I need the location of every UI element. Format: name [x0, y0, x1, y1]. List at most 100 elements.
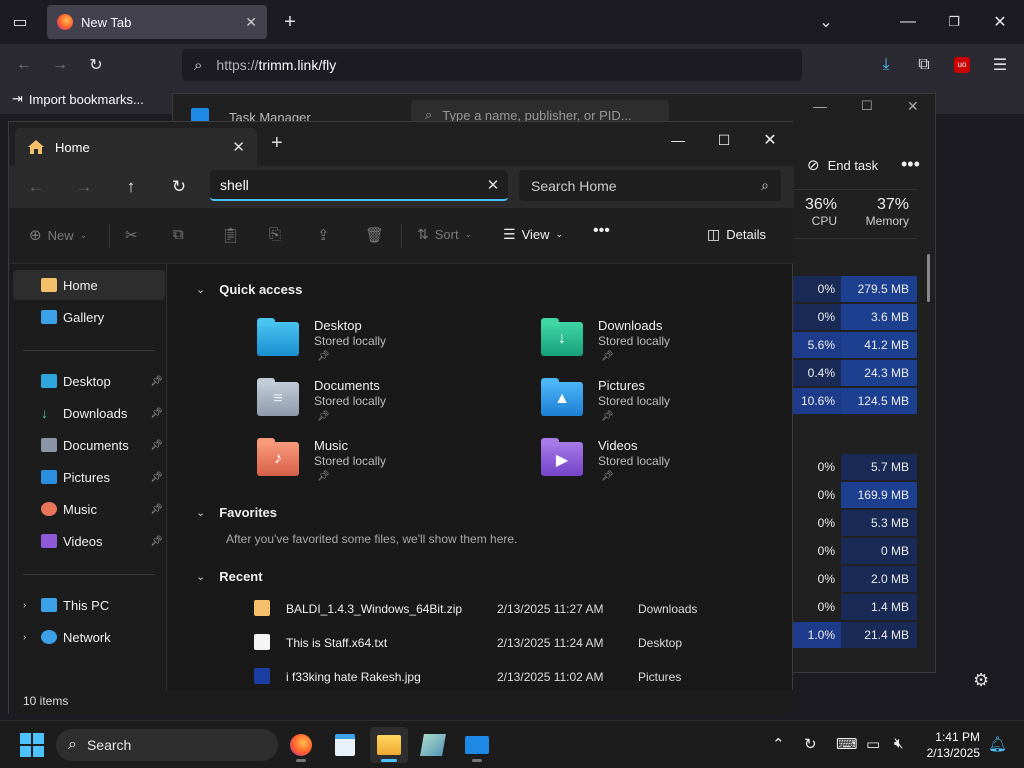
quick-access-documents[interactable]: ≡ Documents Stored locally 📌︎ [257, 378, 517, 434]
process-row[interactable]: 0% 5.3 MB [793, 510, 917, 536]
notification-bell-icon[interactable]: 🔔︎ [988, 735, 1007, 753]
minimize-icon[interactable]: — [655, 126, 701, 154]
chevron-down-icon[interactable]: ⌄ [810, 6, 842, 38]
clock[interactable]: 1:41 PM 2/13/2025 [916, 729, 980, 761]
forward-icon[interactable]: → [44, 49, 76, 81]
search-home-input[interactable]: Search Home ⌕ [519, 170, 781, 201]
extensions-icon[interactable]: ⧉ [908, 49, 940, 81]
clear-icon[interactable]: ✕ [478, 176, 508, 194]
process-row[interactable]: 0% 279.5 MB [793, 276, 917, 302]
refresh-icon[interactable]: ↻ [164, 174, 194, 200]
sidebar-item-music[interactable]: Music 📌︎ [13, 494, 165, 524]
sidebar-item-network[interactable]: › Network [13, 622, 165, 652]
url-bar[interactable]: ⌕ https://trimm.link/fly [182, 49, 802, 81]
forward-icon[interactable]: → [69, 174, 99, 200]
close-icon[interactable]: ✕ [907, 98, 919, 115]
process-row[interactable]: 0% 169.9 MB [793, 482, 917, 508]
back-icon[interactable]: ← [21, 174, 51, 200]
minimize-icon[interactable]: — [892, 6, 924, 38]
close-window-icon[interactable]: ✕ [747, 126, 793, 154]
taskbar-file-explorer[interactable] [370, 727, 408, 763]
process-row[interactable]: 0% 3.6 MB [793, 304, 917, 330]
recent-file-row[interactable]: This is Staff.x64.txt 2/13/2025 11:24 AM… [254, 628, 774, 658]
chevron-right-icon[interactable]: › [23, 600, 26, 611]
memory-column-header[interactable]: 37% Memory [866, 196, 909, 228]
restore-icon[interactable]: ❐ [938, 6, 970, 38]
taskbar-search[interactable]: ⌕ Search [56, 729, 278, 761]
recent-file-row[interactable]: i f33king hate Rakesh.jpg 2/13/2025 11:0… [254, 662, 774, 692]
details-button[interactable]: ◫ Details [707, 226, 766, 243]
maximize-icon[interactable]: ☐ [701, 126, 747, 154]
new-button[interactable]: ⊕ New ⌄ [29, 226, 87, 244]
volume-mute-icon[interactable]: 🔇︎ [894, 735, 903, 752]
pin-icon[interactable]: 📌︎ [150, 472, 163, 483]
close-tab-icon[interactable]: ✕ [232, 138, 245, 156]
more-options-icon[interactable]: ••• [593, 222, 610, 240]
taskbar-task-manager[interactable] [458, 727, 496, 763]
copy-icon[interactable]: ⧉ [173, 226, 184, 243]
end-task-button[interactable]: ⊘ End task [807, 156, 878, 174]
taskbar-firefox[interactable] [282, 727, 320, 763]
process-row[interactable]: 0% 2.0 MB [793, 566, 917, 592]
new-tab-icon[interactable]: + [274, 6, 306, 38]
process-row[interactable]: 0.4% 24.3 MB [793, 360, 917, 386]
import-bookmarks-button[interactable]: ⇥ Import bookmarks... [12, 91, 144, 107]
share-icon[interactable]: ⇪ [317, 226, 330, 244]
quick-access-videos[interactable]: ▶ Videos Stored locally 📌︎ [541, 438, 801, 494]
rename-icon[interactable]: ⎘ [269, 226, 281, 243]
paste-icon[interactable]: 📋︎ [221, 226, 240, 244]
sidebar-item-this-pc[interactable]: › This PC [13, 590, 165, 620]
reload-icon[interactable]: ↻ [80, 49, 112, 81]
pin-icon[interactable]: 📌︎ [150, 376, 163, 387]
up-icon[interactable]: ↑ [116, 174, 146, 200]
sidebar-item-videos[interactable]: Videos 📌︎ [13, 526, 165, 556]
cut-icon[interactable]: ✂ [125, 226, 138, 244]
maximize-icon[interactable]: ☐ [861, 98, 873, 114]
close-window-icon[interactable]: ✕ [984, 6, 1016, 38]
tab-list-icon[interactable]: ▭ [4, 6, 36, 38]
quick-access-downloads[interactable]: ↓ Downloads Stored locally 📌︎ [541, 318, 801, 374]
sync-icon[interactable]: ↻ [804, 735, 817, 753]
scrollbar[interactable] [927, 254, 930, 302]
minimize-icon[interactable]: — [813, 98, 827, 114]
back-icon[interactable]: ← [8, 49, 40, 81]
sidebar-item-pictures[interactable]: Pictures 📌︎ [13, 462, 165, 492]
chevron-up-icon[interactable]: ⌃ [772, 735, 785, 753]
close-tab-icon[interactable]: ✕ [245, 14, 257, 31]
recent-header[interactable]: ⌄ Recent [196, 569, 263, 584]
process-row[interactable]: 10.6% 124.5 MB [793, 388, 917, 414]
sort-button[interactable]: ⇅ Sort ⌄ [417, 226, 472, 243]
taskbar-app[interactable] [414, 727, 452, 763]
path-search-input[interactable]: shell ✕ [210, 170, 508, 201]
sidebar-item-downloads[interactable]: ↓ Downloads 📌︎ [13, 398, 165, 428]
browser-tab-new-tab[interactable]: New Tab ✕ [47, 5, 267, 39]
sidebar-item-home[interactable]: Home [13, 270, 165, 300]
menu-icon[interactable]: ☰ [984, 49, 1016, 81]
process-row[interactable]: 0% 5.7 MB [793, 454, 917, 480]
pin-icon[interactable]: 📌︎ [150, 504, 163, 515]
network-icon[interactable]: ▭ [866, 735, 880, 753]
favorites-header[interactable]: ⌄ Favorites [196, 505, 277, 520]
ublock-icon[interactable]: uo [946, 49, 978, 81]
download-icon[interactable]: ⤓ [870, 49, 902, 81]
sidebar-item-desktop[interactable]: Desktop 📌︎ [13, 366, 165, 396]
start-button[interactable] [20, 733, 44, 757]
quick-access-music[interactable]: ♪ Music Stored locally 📌︎ [257, 438, 517, 494]
pin-icon[interactable]: 📌︎ [150, 536, 163, 547]
gear-icon[interactable]: ⚙ [973, 670, 989, 691]
quick-access-pictures[interactable]: ▲ Pictures Stored locally 📌︎ [541, 378, 801, 434]
new-tab-icon[interactable]: + [271, 132, 283, 155]
process-row[interactable]: 1.0% 21.4 MB [793, 622, 917, 648]
quick-access-desktop[interactable]: Desktop Stored locally 📌︎ [257, 318, 517, 374]
process-row[interactable]: 5.6% 41.2 MB [793, 332, 917, 358]
explorer-tab-home[interactable]: Home ✕ [15, 128, 257, 166]
taskbar-notepad[interactable] [326, 727, 364, 763]
view-button[interactable]: ☰ View ⌄ [503, 226, 563, 243]
pin-icon[interactable]: 📌︎ [150, 440, 163, 451]
quick-access-header[interactable]: ⌄ Quick access [196, 282, 302, 297]
chevron-right-icon[interactable]: › [23, 632, 26, 643]
sidebar-item-gallery[interactable]: Gallery [13, 302, 165, 332]
process-row[interactable]: 0% 0 MB [793, 538, 917, 564]
sidebar-item-documents[interactable]: Documents 📌︎ [13, 430, 165, 460]
delete-icon[interactable]: 🗑︎ [365, 226, 384, 244]
